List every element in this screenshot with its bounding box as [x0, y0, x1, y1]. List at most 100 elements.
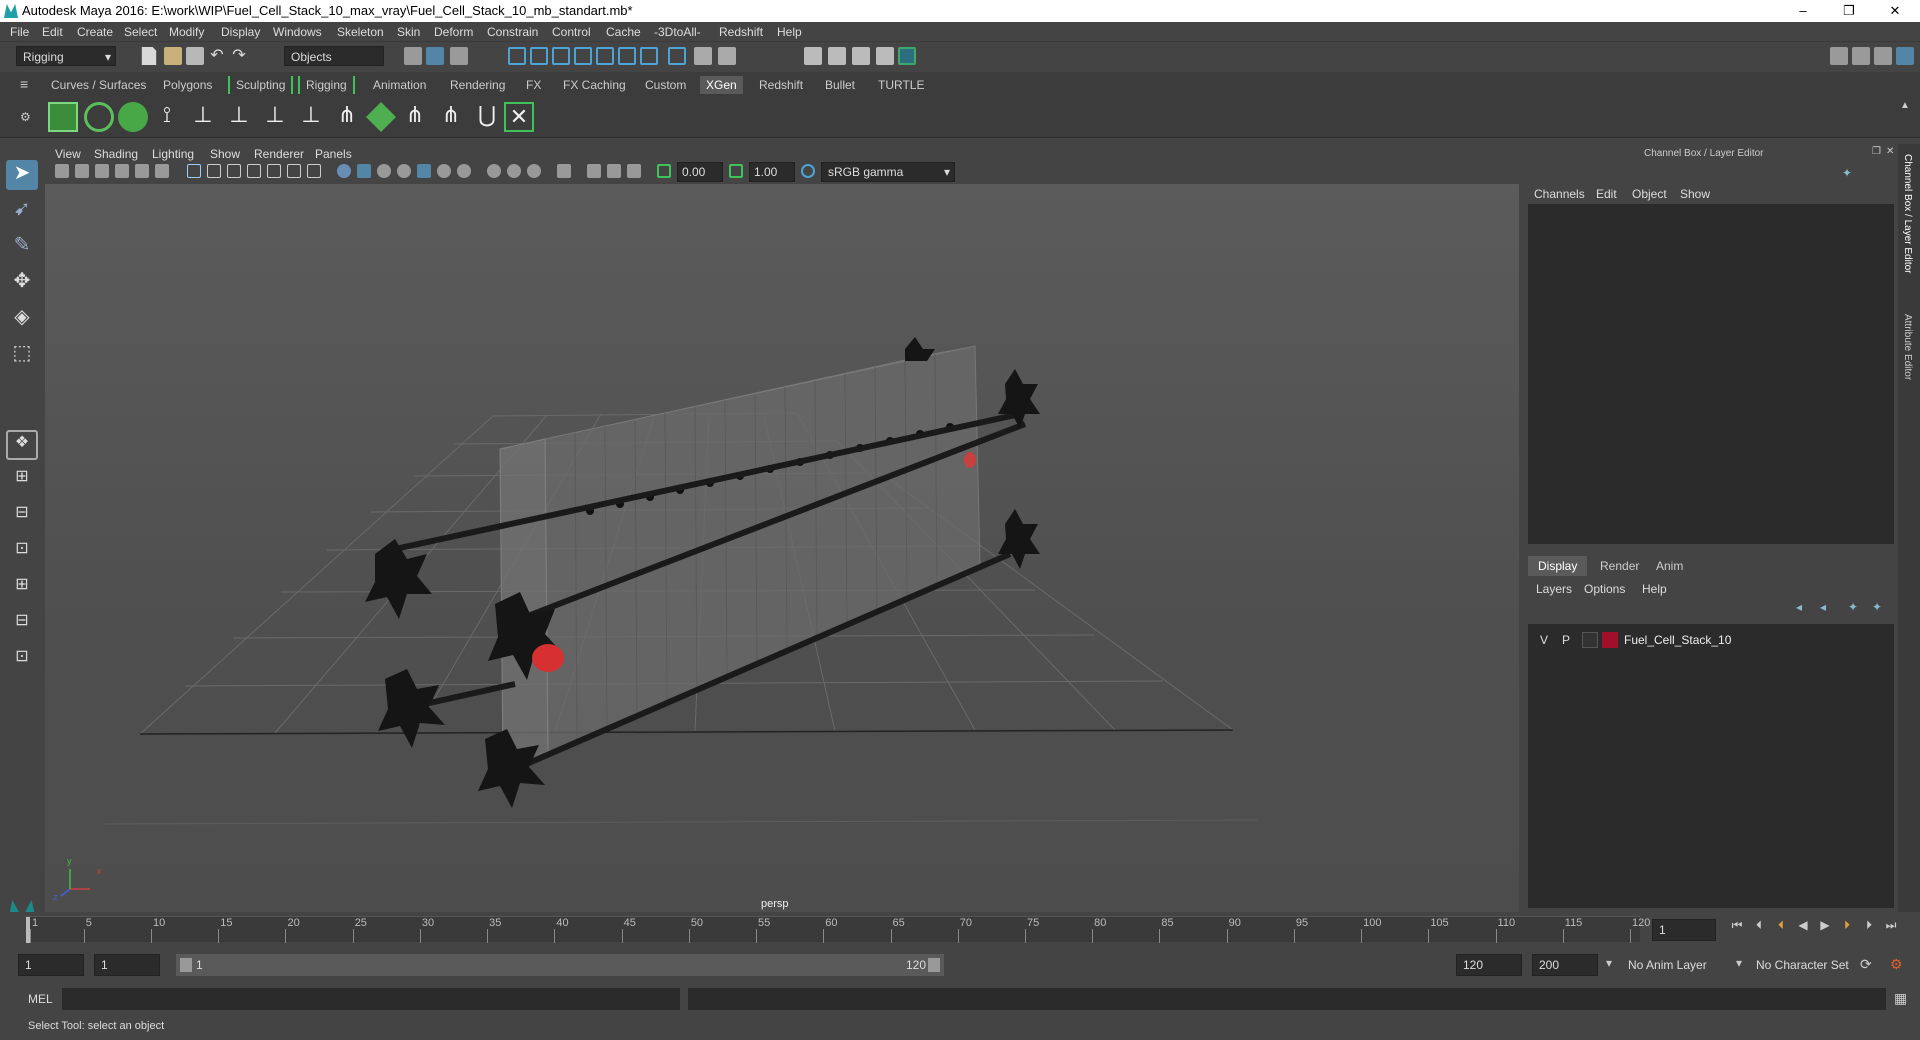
undo-icon[interactable]: ↶: [208, 47, 226, 65]
menu-file[interactable]: File: [10, 25, 29, 39]
exposure-icon[interactable]: [657, 164, 671, 178]
layer-row[interactable]: V P Fuel_Cell_Stack_10: [1532, 630, 1890, 650]
snap-grid-icon[interactable]: [508, 47, 526, 65]
xgen-place-guides-icon[interactable]: ⟟: [152, 102, 182, 132]
cb-menu-edit[interactable]: Edit: [1596, 187, 1617, 201]
xgen-move-guide-icon[interactable]: ⊥: [224, 102, 254, 132]
color-space-dropdown[interactable]: sRGB gamma ▾: [821, 162, 955, 182]
vp-menu-shading[interactable]: Shading: [94, 147, 138, 161]
lock-icon[interactable]: [694, 47, 712, 65]
maximize-button[interactable]: ❐: [1826, 0, 1872, 22]
side-tab-attribute-editor[interactable]: Attribute Editor: [1902, 314, 1913, 380]
channel-box-option-icon[interactable]: ✦: [1842, 166, 1860, 184]
image-plane-icon[interactable]: [115, 164, 129, 178]
anim-layer-label[interactable]: No Anim Layer: [1628, 958, 1707, 972]
shelf-tab-custom[interactable]: Custom: [639, 76, 692, 94]
shelf-tab-rigging[interactable]: Rigging: [298, 76, 355, 94]
shelf-tab-rendering[interactable]: Rendering: [444, 76, 511, 94]
shelf-tab-bullet[interactable]: Bullet: [819, 76, 861, 94]
xgen-guides-icon[interactable]: ⋔: [332, 102, 362, 132]
layer-color-swatch[interactable]: [1602, 632, 1618, 648]
render-frame-icon[interactable]: [804, 47, 822, 65]
channel-box-area[interactable]: [1528, 204, 1894, 544]
layer-tab-display[interactable]: Display: [1528, 556, 1588, 576]
construction-history-icon[interactable]: [640, 47, 658, 65]
xgen-comb-icon[interactable]: ⋔: [436, 102, 466, 132]
layer-tab-render[interactable]: Render: [1590, 556, 1649, 576]
scale-tool-icon[interactable]: ⬚: [6, 340, 38, 370]
perspective-viewport[interactable]: x y z persp: [45, 184, 1519, 912]
xgen-guide-length-icon[interactable]: ⊥: [260, 102, 290, 132]
go-to-end-icon[interactable]: ⏭: [1884, 918, 1898, 932]
layer-name[interactable]: Fuel_Cell_Stack_10: [1624, 633, 1731, 647]
render-ipr-icon[interactable]: [828, 47, 846, 65]
step-forward-key-icon[interactable]: ⏵: [1862, 918, 1876, 932]
play-backwards-icon[interactable]: ◀: [1796, 918, 1810, 932]
vp-menu-view[interactable]: View: [55, 147, 81, 161]
save-scene-icon[interactable]: [186, 47, 204, 65]
step-back-key-icon[interactable]: ⏴: [1752, 918, 1766, 932]
wireframe-icon[interactable]: [337, 164, 351, 178]
go-to-start-icon[interactable]: ⏮: [1730, 918, 1744, 932]
multisample-aa-icon[interactable]: [507, 164, 521, 178]
menu-edit[interactable]: Edit: [42, 25, 63, 39]
vp-menu-show[interactable]: Show: [210, 147, 240, 161]
chevron-down-icon[interactable]: ▾: [1736, 956, 1742, 970]
color-management-icon[interactable]: [801, 164, 815, 178]
vp-menu-panels[interactable]: Panels: [315, 147, 352, 161]
use-all-lights-icon[interactable]: [417, 164, 431, 178]
select-mode-dropdown[interactable]: Objects: [284, 46, 384, 66]
cb-menu-channels[interactable]: Channels: [1534, 187, 1585, 201]
range-end-handle[interactable]: [928, 958, 940, 972]
shelf-tab-xgen[interactable]: XGen: [700, 76, 743, 94]
select-tool-icon[interactable]: ➤: [6, 160, 38, 190]
menu-windows[interactable]: Windows: [273, 25, 322, 39]
grease-pencil-icon[interactable]: [155, 164, 169, 178]
persp-outliner-layout-icon[interactable]: ⊡: [6, 538, 38, 568]
xgen-layers-icon[interactable]: [366, 102, 396, 132]
hypershade-icon[interactable]: [876, 47, 894, 65]
animation-end-field[interactable]: 200: [1532, 954, 1598, 976]
layer-menu-layers[interactable]: Layers: [1536, 582, 1572, 596]
four-view-layout-icon[interactable]: ⊟: [6, 502, 38, 532]
bookmark-icon[interactable]: [95, 164, 109, 178]
menu-skin[interactable]: Skin: [397, 25, 420, 39]
cb-menu-show[interactable]: Show: [1680, 187, 1710, 201]
animation-prefs-icon[interactable]: ⚙: [1890, 956, 1908, 974]
render-view-icon[interactable]: [898, 47, 916, 65]
grid-toggle-icon[interactable]: [187, 164, 201, 178]
shelf-tab-fx[interactable]: FX: [520, 76, 547, 94]
layer-menu-options[interactable]: Options: [1584, 582, 1625, 596]
depth-of-field-icon[interactable]: [527, 164, 541, 178]
xgen-lock-icon[interactable]: ⊥: [296, 102, 326, 132]
exposure-field[interactable]: 0.00: [677, 162, 723, 182]
attribute-editor-icon[interactable]: [1852, 47, 1870, 65]
menu-constrain[interactable]: Constrain: [487, 25, 538, 39]
two-d-pan-icon[interactable]: [135, 164, 149, 178]
vp-menu-renderer[interactable]: Renderer: [254, 147, 304, 161]
safe-title-icon[interactable]: [307, 164, 321, 178]
mode-dropdown[interactable]: Rigging ▾: [16, 46, 116, 66]
xray-components-icon[interactable]: [627, 164, 641, 178]
script-editor-icon[interactable]: ▦: [1894, 990, 1912, 1008]
auto-key-icon[interactable]: ⟳: [1860, 956, 1878, 974]
shelf-menu-icon[interactable]: ≡: [20, 76, 38, 94]
new-layer-selected-icon[interactable]: ✦: [1872, 600, 1890, 618]
isolate-select-icon[interactable]: [557, 164, 571, 178]
playback-end-field[interactable]: 120: [1456, 954, 1522, 976]
cb-menu-object[interactable]: Object: [1632, 187, 1667, 201]
xray-icon[interactable]: [587, 164, 601, 178]
menu-skeleton[interactable]: Skeleton: [337, 25, 384, 39]
modeling-toolkit-icon[interactable]: [1830, 47, 1848, 65]
render-settings-icon[interactable]: [852, 47, 870, 65]
shelf-tab-sculpting[interactable]: Sculpting: [228, 76, 294, 94]
open-scene-icon[interactable]: [164, 47, 182, 65]
rotate-tool-icon[interactable]: ◈: [6, 304, 38, 334]
shelf-tab-curves-surfaces[interactable]: Curves / Surfaces: [45, 76, 152, 94]
close-button[interactable]: ✕: [1872, 0, 1918, 22]
xgen-delete-icon[interactable]: ✕: [504, 102, 534, 132]
outliner-layout-icon[interactable]: ⊡: [6, 646, 38, 676]
menu-3dtoall[interactable]: -3DtoAll-: [654, 25, 701, 39]
channel-box-icon[interactable]: [1896, 47, 1914, 65]
camera-attributes-icon[interactable]: [75, 164, 89, 178]
